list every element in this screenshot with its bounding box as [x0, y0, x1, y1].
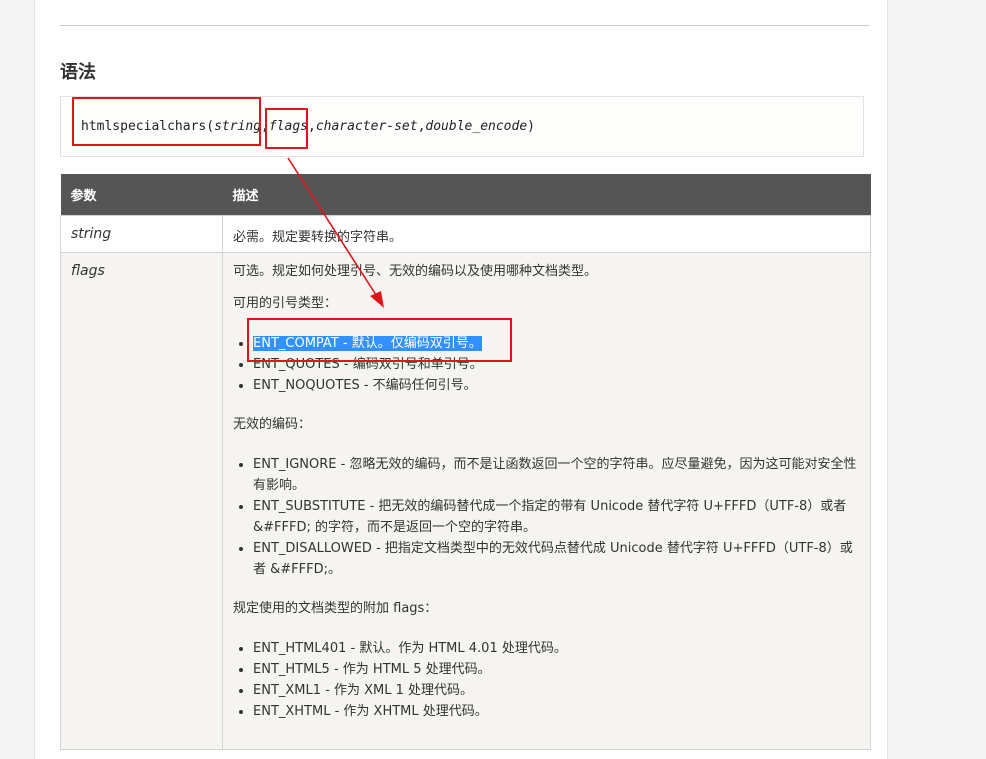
annotation-arrow-icon	[287, 157, 384, 308]
